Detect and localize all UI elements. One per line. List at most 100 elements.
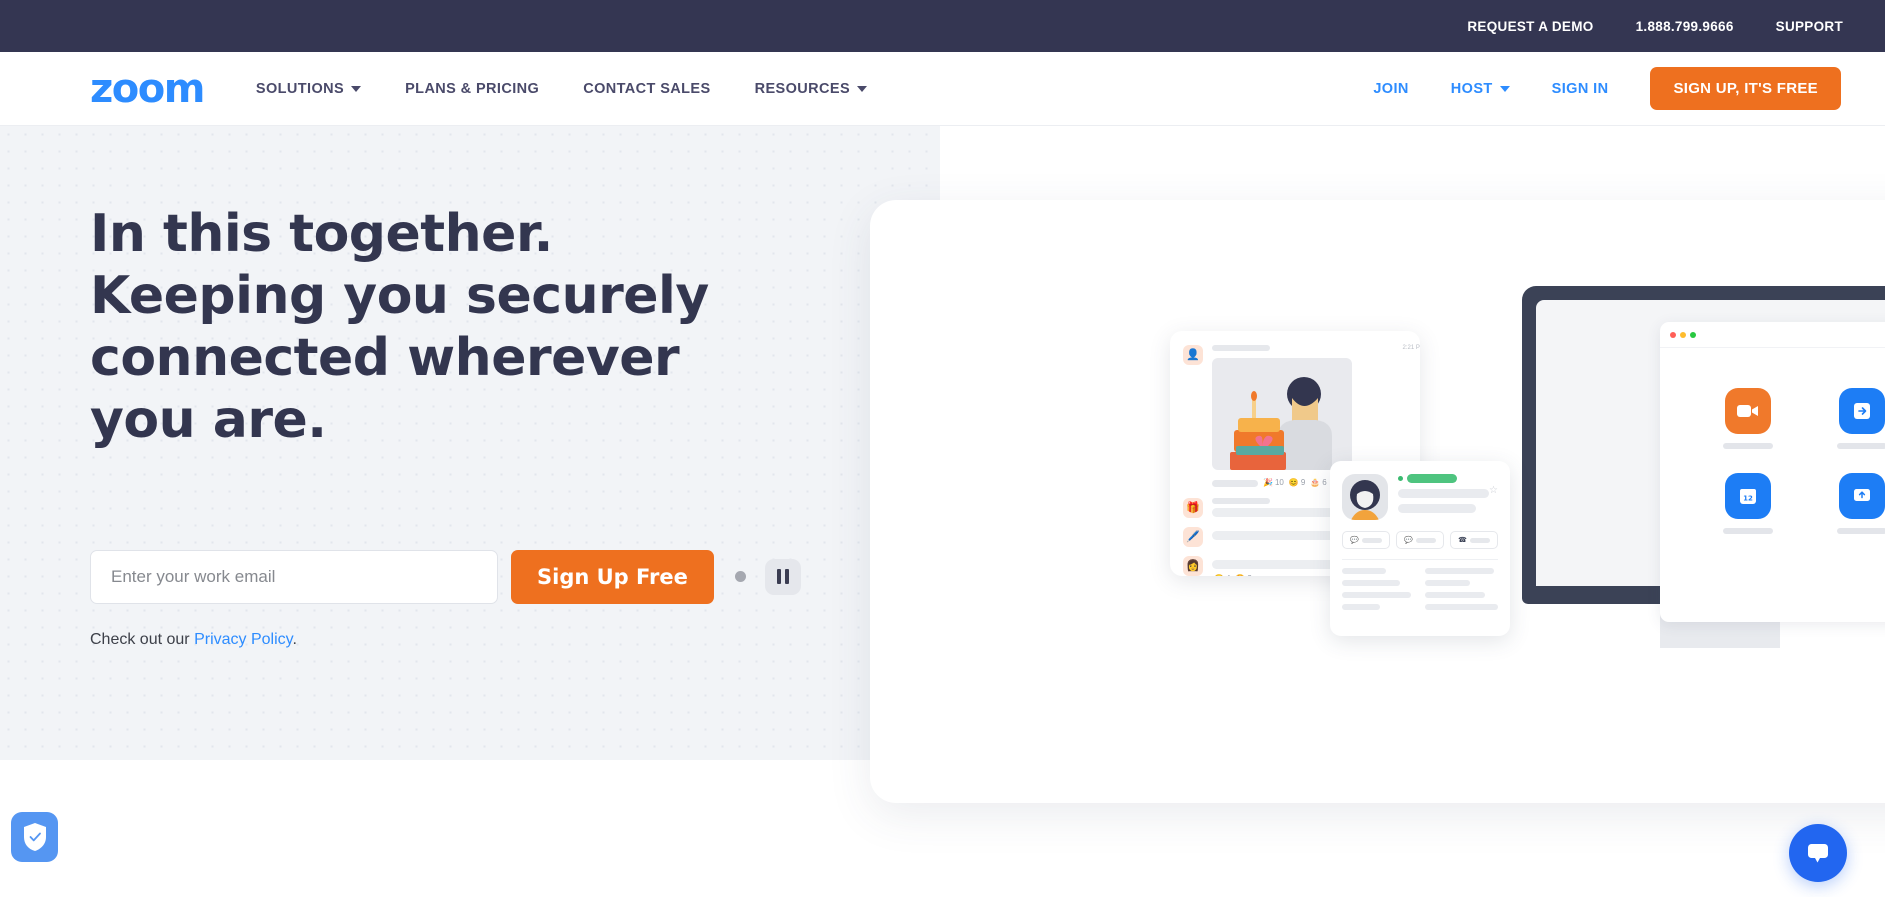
button-label-placeholder bbox=[1469, 537, 1490, 543]
reaction-count: 3 bbox=[1247, 575, 1251, 577]
detail-label bbox=[1342, 592, 1412, 598]
star-icon[interactable]: ☆ bbox=[1489, 485, 1498, 496]
app-tile-join-meeting[interactable] bbox=[1837, 388, 1885, 449]
birthday-illustration bbox=[1212, 358, 1352, 470]
phone-number-link[interactable]: 1.888.799.9666 bbox=[1636, 19, 1734, 34]
detail-label bbox=[1342, 580, 1401, 586]
nav-item-contact-sales-label: CONTACT SALES bbox=[583, 80, 711, 97]
detail-label bbox=[1342, 568, 1386, 574]
hero-section: In this together. Keeping you securely c… bbox=[0, 126, 940, 760]
privacy-shield-badge[interactable] bbox=[11, 812, 58, 862]
privacy-note-prefix: Check out our bbox=[90, 630, 195, 648]
host-label: HOST bbox=[1450, 80, 1493, 97]
reaction-count: 10 bbox=[1274, 478, 1284, 487]
work-email-input[interactable] bbox=[90, 549, 498, 604]
pause-icon-bar-right bbox=[784, 569, 789, 584]
chat-action-button[interactable]: 💬 bbox=[1342, 531, 1390, 549]
profile-title-placeholder bbox=[1398, 504, 1476, 513]
meet-action-button[interactable]: 💬 bbox=[1396, 531, 1444, 549]
zoom-app-window: 12 bbox=[1660, 322, 1885, 622]
detail-value bbox=[1425, 592, 1485, 598]
shield-check-icon bbox=[23, 823, 46, 851]
profile-detail-rows bbox=[1342, 568, 1498, 610]
chevron-down-icon bbox=[857, 85, 868, 92]
reaction-emoji: 😍 bbox=[1235, 575, 1245, 577]
request-a-demo-link[interactable]: REQUEST A DEMO bbox=[1467, 19, 1593, 34]
sign-in-label: SIGN IN bbox=[1551, 80, 1609, 97]
window-close-icon[interactable] bbox=[1670, 331, 1676, 338]
reaction-chip[interactable]: 🎂 6 bbox=[1310, 479, 1326, 487]
chat-sender-name bbox=[1212, 498, 1270, 504]
app-tile-label bbox=[1723, 528, 1773, 534]
reaction-emoji: 🎉 bbox=[1263, 478, 1273, 487]
app-tile-label bbox=[1837, 528, 1885, 534]
reaction-chip[interactable]: 😂4 bbox=[1214, 575, 1230, 577]
nav-item-plans-and-pricing-label: PLANS & PRICING bbox=[405, 80, 540, 97]
nav-item-plans-and-pricing[interactable]: PLANS & PRICING bbox=[405, 81, 539, 97]
chat-timestamp: 2:21 PM bbox=[1402, 345, 1421, 351]
reaction-bar bbox=[1212, 479, 1258, 487]
button-label-placeholder bbox=[1361, 537, 1382, 543]
sign-in-link[interactable]: SIGN IN bbox=[1552, 81, 1609, 97]
profile-name-placeholder bbox=[1398, 489, 1490, 498]
detail-value bbox=[1425, 568, 1495, 574]
carousel-pause-button[interactable] bbox=[764, 558, 801, 595]
nav-item-solutions[interactable]: SOLUTIONS bbox=[256, 81, 362, 97]
reaction-emoji: 🎂 bbox=[1310, 478, 1321, 487]
join-meeting-icon bbox=[1839, 388, 1885, 434]
schedule-icon: 12 bbox=[1725, 473, 1771, 519]
detail-value bbox=[1425, 604, 1498, 610]
privacy-policy-link[interactable]: Privacy Policy bbox=[194, 631, 292, 648]
account-nav-links: JOIN HOST SIGN IN SIGN UP, IT'S FREE bbox=[1373, 67, 1841, 110]
chevron-down-icon bbox=[351, 85, 362, 92]
join-link[interactable]: JOIN bbox=[1373, 81, 1408, 97]
profile-meta: ☆ bbox=[1398, 474, 1498, 520]
status-dot-icon bbox=[1398, 476, 1403, 481]
sign-up-free-button[interactable]: SIGN UP, IT'S FREE bbox=[1650, 67, 1841, 110]
chat-sender-name bbox=[1212, 345, 1270, 351]
status-badge bbox=[1398, 474, 1498, 483]
avatar bbox=[1342, 474, 1388, 520]
new-meeting-icon bbox=[1725, 388, 1771, 434]
top-utility-bar: REQUEST A DEMO 1.888.799.9666 SUPPORT bbox=[0, 0, 1885, 52]
avatar: 🎁 bbox=[1183, 498, 1203, 518]
avatar: 👤 bbox=[1183, 345, 1203, 365]
chat-bubble-button[interactable] bbox=[1789, 824, 1847, 882]
host-link[interactable]: HOST bbox=[1451, 81, 1510, 97]
share-screen-icon bbox=[1839, 473, 1885, 519]
app-tile-schedule[interactable]: 12 bbox=[1723, 473, 1773, 534]
chat-icon: 💬 bbox=[1350, 536, 1359, 544]
phone-action-button[interactable]: ☎ bbox=[1450, 531, 1498, 549]
privacy-policy-note: Check out our Privacy Policy. bbox=[90, 631, 890, 649]
window-maximize-icon[interactable] bbox=[1690, 331, 1696, 338]
main-navigation-bar: zoom SOLUTIONS PLANS & PRICING CONTACT S… bbox=[0, 52, 1885, 126]
reaction-chip[interactable]: 😍3 bbox=[1235, 575, 1251, 577]
avatar: 👩 bbox=[1183, 556, 1203, 576]
reaction-count: 6 bbox=[1322, 478, 1327, 487]
meet-icon: 💬 bbox=[1404, 536, 1413, 544]
carousel-dot[interactable] bbox=[734, 571, 746, 582]
page-title: In this together. Keeping you securely c… bbox=[90, 204, 709, 450]
nav-item-resources[interactable]: RESOURCES bbox=[755, 81, 868, 97]
sign-up-free-hero-button[interactable]: Sign Up Free bbox=[511, 549, 714, 604]
reaction-emoji: 😊 bbox=[1288, 478, 1299, 487]
reaction-chip[interactable]: 😊 9 bbox=[1289, 479, 1305, 487]
primary-nav-links: SOLUTIONS PLANS & PRICING CONTACT SALES … bbox=[256, 81, 911, 97]
divider bbox=[1342, 559, 1498, 560]
detail-value bbox=[1425, 580, 1471, 586]
privacy-note-suffix: . bbox=[292, 630, 297, 648]
chat-bubble-icon bbox=[1808, 844, 1828, 863]
nav-item-contact-sales[interactable]: CONTACT SALES bbox=[583, 81, 710, 97]
reaction-count: 9 bbox=[1300, 478, 1306, 487]
app-tile-label bbox=[1723, 443, 1773, 449]
svg-text:12: 12 bbox=[1743, 495, 1753, 503]
zoom-logo[interactable]: zoom bbox=[90, 69, 205, 109]
app-tile-share-screen[interactable] bbox=[1837, 473, 1885, 534]
pause-icon-bar-left bbox=[776, 569, 781, 584]
profile-action-buttons: 💬 💬 ☎ bbox=[1342, 531, 1498, 549]
reaction-chip[interactable]: 🎉 10 bbox=[1263, 479, 1284, 487]
support-link[interactable]: SUPPORT bbox=[1776, 19, 1843, 34]
window-minimize-icon[interactable] bbox=[1680, 331, 1686, 338]
app-tile-new-meeting[interactable] bbox=[1723, 388, 1773, 449]
reaction-emoji: 😂 bbox=[1214, 575, 1224, 577]
